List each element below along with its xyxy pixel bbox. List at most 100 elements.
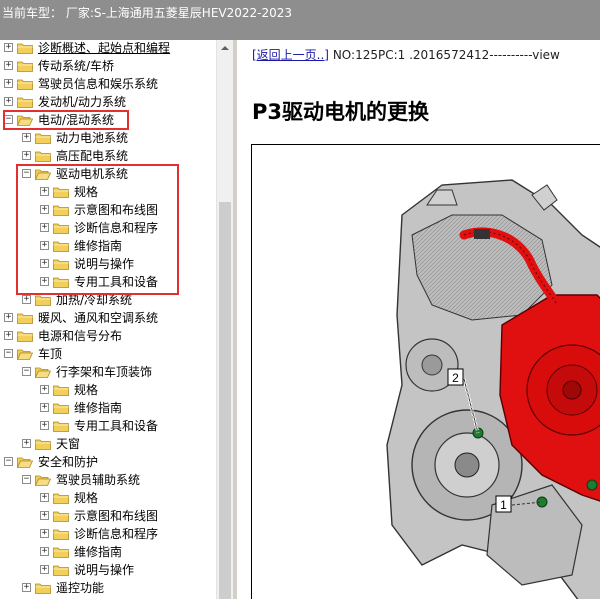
scroll-up-arrow-icon[interactable] — [217, 40, 233, 57]
expand-icon[interactable]: + — [4, 313, 13, 322]
tree-item-label[interactable]: 诊断信息和程序 — [74, 220, 158, 236]
tree-item-label[interactable]: 传动系统/车桥 — [38, 58, 114, 74]
tree-item[interactable]: − 驱动电机系统 — [0, 166, 216, 184]
expand-icon[interactable]: + — [40, 385, 49, 394]
tree-item-label[interactable]: 驾驶员信息和娱乐系统 — [38, 76, 158, 92]
tree-item-label[interactable]: 驱动电机系统 — [56, 166, 128, 182]
expand-icon[interactable]: + — [40, 529, 49, 538]
tree-item-label[interactable]: 规格 — [74, 184, 98, 200]
navigation-tree[interactable]: + 诊断概述、起始点和编程 + 传动系统/车桥 + 驾驶员信息和娱乐系统 + 发动机/动力系统… — [0, 40, 216, 599]
tree-item-label[interactable]: 示意图和布线图 — [74, 508, 158, 524]
tree-item-label[interactable]: 规格 — [74, 490, 98, 506]
tree-item[interactable]: + 诊断概述、起始点和编程 — [0, 40, 216, 58]
tree-item[interactable]: + 动力电池系统 — [0, 130, 216, 148]
expand-icon[interactable]: + — [4, 43, 13, 52]
tree-item-label[interactable]: 诊断信息和程序 — [74, 526, 158, 542]
tree-item-label[interactable]: 安全和防护 — [38, 454, 98, 470]
scrollbar-thumb[interactable] — [219, 202, 231, 599]
tree-item-label[interactable]: 专用工具和设备 — [74, 274, 158, 290]
tree-item[interactable]: + 规格 — [0, 490, 216, 508]
tree-item[interactable]: + 维修指南 — [0, 238, 216, 256]
collapse-icon[interactable]: − — [22, 169, 31, 178]
expand-icon[interactable]: + — [4, 331, 13, 340]
tree-item[interactable]: + 专用工具和设备 — [0, 274, 216, 292]
tree-item[interactable]: + 电源和信号分布 — [0, 328, 216, 346]
tree-item[interactable]: − 行李架和车顶装饰 — [0, 364, 216, 382]
tree-item[interactable]: + 天窗 — [0, 436, 216, 454]
tree-item-label[interactable]: 行李架和车顶装饰 — [56, 364, 152, 380]
tree-item-label[interactable]: 维修指南 — [74, 238, 122, 254]
expand-icon[interactable]: + — [40, 493, 49, 502]
tree-item[interactable]: + 维修指南 — [0, 544, 216, 562]
back-link[interactable]: [返回上一页..] — [252, 48, 329, 62]
expand-icon[interactable]: + — [40, 403, 49, 412]
tree-item[interactable]: + 发动机/动力系统 — [0, 94, 216, 112]
expand-icon[interactable]: + — [40, 241, 49, 250]
tree-item-label[interactable]: 加热/冷却系统 — [56, 292, 132, 308]
tree-item[interactable]: + 遥控功能 — [0, 580, 216, 598]
expand-icon[interactable]: + — [40, 277, 49, 286]
tree-item-label[interactable]: 驾驶员辅助系统 — [56, 472, 140, 488]
tree-item[interactable]: + 暖风、通风和空调系统 — [0, 310, 216, 328]
tree-item[interactable]: + 诊断信息和程序 — [0, 220, 216, 238]
tree-item[interactable]: + 诊断信息和程序 — [0, 526, 216, 544]
tree-item[interactable]: + 传动系统/车桥 — [0, 58, 216, 76]
collapse-icon[interactable]: − — [4, 349, 13, 358]
expand-icon[interactable]: + — [40, 205, 49, 214]
collapse-icon[interactable]: − — [4, 115, 13, 124]
tree-item[interactable]: − 安全和防护 — [0, 454, 216, 472]
expand-icon[interactable]: + — [40, 511, 49, 520]
tree-item-label[interactable]: 电动/混动系统 — [38, 112, 114, 128]
expand-icon[interactable]: + — [40, 565, 49, 574]
tree-item-label[interactable]: 说明与操作 — [74, 256, 134, 272]
tree-item[interactable]: + 专用工具和设备 — [0, 418, 216, 436]
tree-item-label[interactable]: 暖风、通风和空调系统 — [38, 310, 158, 326]
tree-item-label[interactable]: 遥控功能 — [56, 580, 104, 596]
tree-item[interactable]: + 驾驶员信息和娱乐系统 — [0, 76, 216, 94]
folder-icon — [53, 511, 69, 522]
tree-item-label[interactable]: 诊断概述、起始点和编程 — [38, 40, 170, 56]
tree-item-label[interactable]: 专用工具和设备 — [74, 418, 158, 434]
expand-icon[interactable]: + — [4, 61, 13, 70]
expand-icon[interactable]: + — [22, 439, 31, 448]
tree-item[interactable]: − 驾驶员辅助系统 — [0, 472, 216, 490]
tree-item[interactable]: + 说明与操作 — [0, 256, 216, 274]
expand-icon[interactable]: + — [40, 223, 49, 232]
tree-item-label[interactable]: 高压配电系统 — [56, 148, 128, 164]
expand-icon[interactable]: + — [22, 583, 31, 592]
tree-item[interactable]: + 加热/冷却系统 — [0, 292, 216, 310]
tree-item[interactable]: + 规格 — [0, 382, 216, 400]
tree-item-label[interactable]: 动力电池系统 — [56, 130, 128, 146]
collapse-icon[interactable]: − — [22, 367, 31, 376]
folder-icon — [35, 151, 51, 162]
expand-icon[interactable]: + — [22, 151, 31, 160]
expand-icon[interactable]: + — [4, 97, 13, 106]
tree-item-label[interactable]: 天窗 — [56, 436, 80, 452]
tree-item-label[interactable]: 维修指南 — [74, 544, 122, 560]
tree-item[interactable]: + 说明与操作 — [0, 562, 216, 580]
expand-icon[interactable]: + — [40, 187, 49, 196]
tree-item[interactable]: + 高压配电系统 — [0, 148, 216, 166]
tree-item-label[interactable]: 电源和信号分布 — [38, 328, 122, 344]
tree-item[interactable]: + 示意图和布线图 — [0, 508, 216, 526]
tree-item-label[interactable]: 说明与操作 — [74, 562, 134, 578]
expand-icon[interactable]: + — [40, 421, 49, 430]
expand-icon[interactable]: + — [22, 295, 31, 304]
expand-icon[interactable]: + — [40, 547, 49, 556]
tree-item[interactable]: + 规格 — [0, 184, 216, 202]
tree-item-label[interactable]: 规格 — [74, 382, 98, 398]
expand-icon[interactable]: + — [22, 133, 31, 142]
tree-item[interactable]: + 示意图和布线图 — [0, 202, 216, 220]
tree-item[interactable]: + 维修指南 — [0, 400, 216, 418]
tree-item-label[interactable]: 维修指南 — [74, 400, 122, 416]
expand-icon[interactable]: + — [40, 259, 49, 268]
tree-item-label[interactable]: 发动机/动力系统 — [38, 94, 126, 110]
tree-scrollbar[interactable] — [216, 40, 233, 599]
collapse-icon[interactable]: − — [22, 475, 31, 484]
collapse-icon[interactable]: − — [4, 457, 13, 466]
expand-icon[interactable]: + — [4, 79, 13, 88]
tree-item-label[interactable]: 车顶 — [38, 346, 62, 362]
tree-item-label[interactable]: 示意图和布线图 — [74, 202, 158, 218]
tree-item[interactable]: − 电动/混动系统 — [0, 112, 216, 130]
tree-item[interactable]: − 车顶 — [0, 346, 216, 364]
